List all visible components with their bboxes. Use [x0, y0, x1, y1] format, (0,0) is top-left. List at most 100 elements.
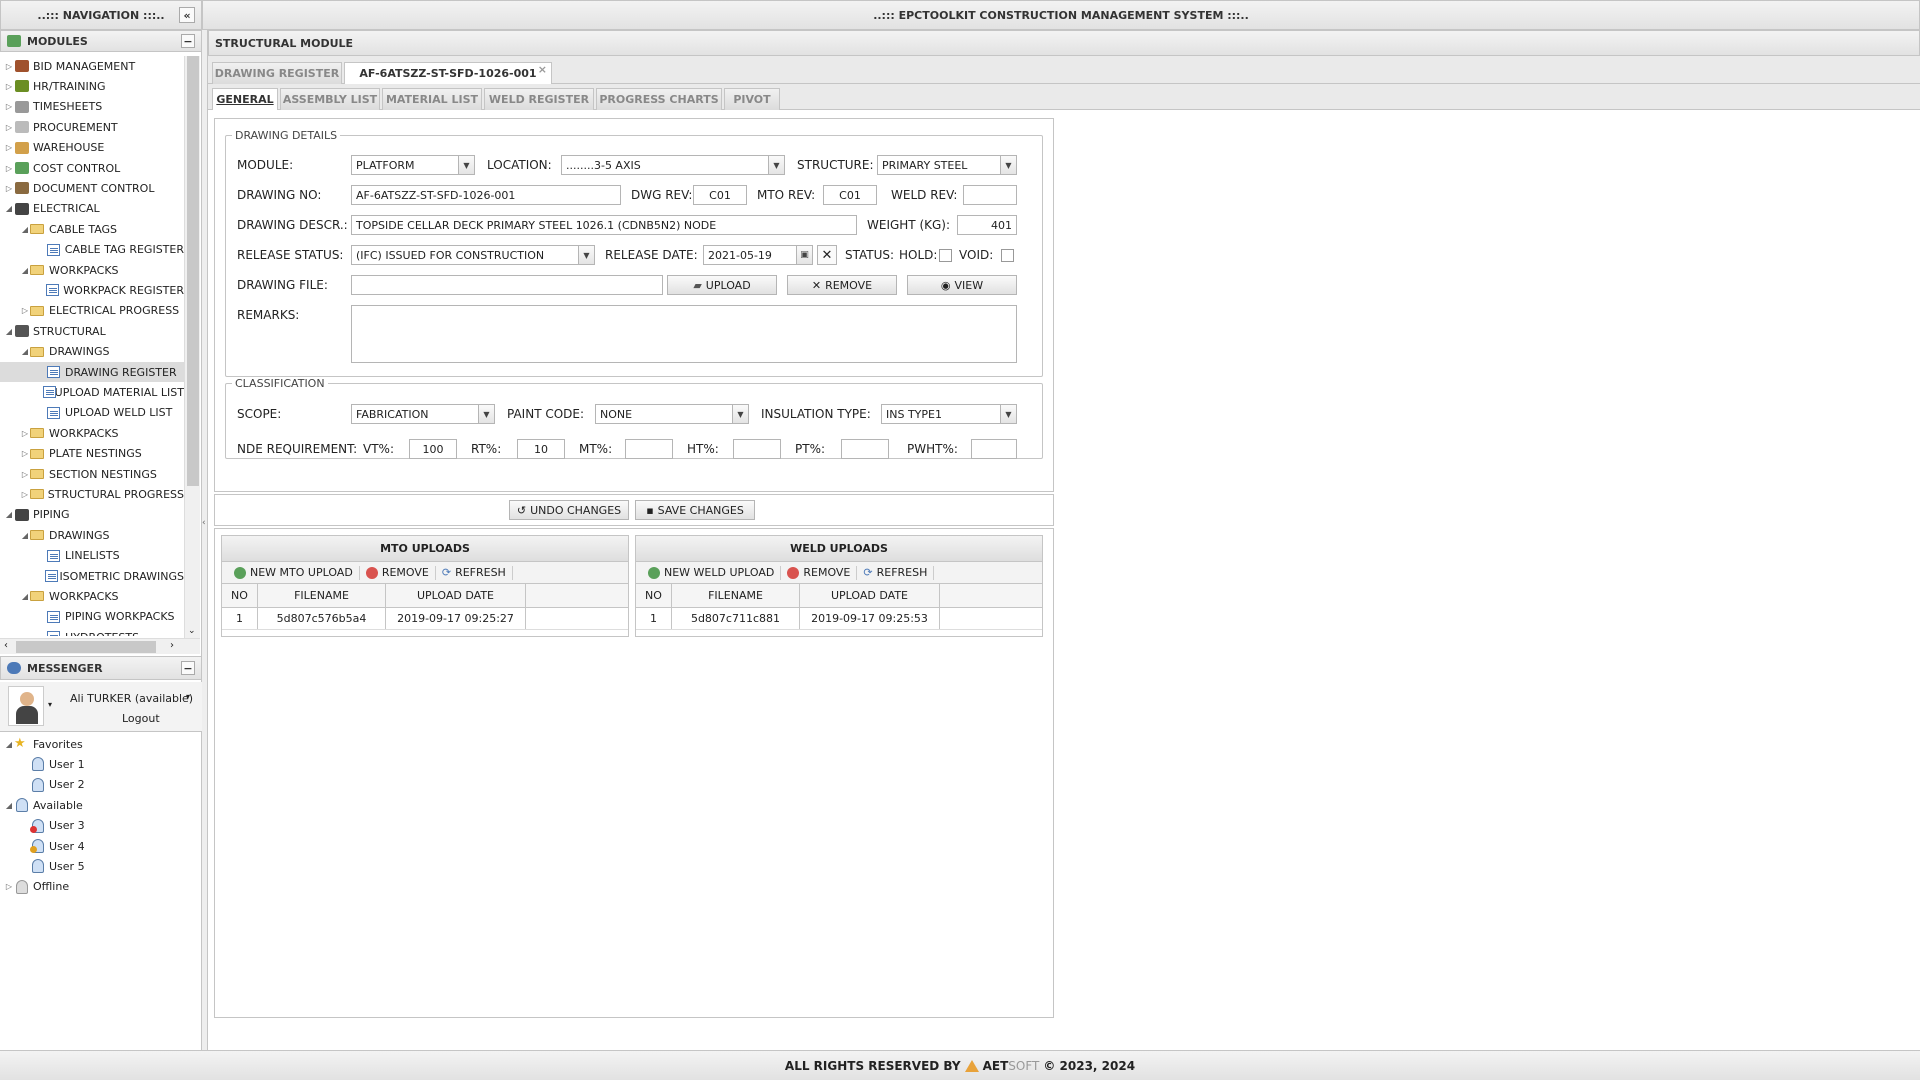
expander-icon[interactable]: ▷ [4, 62, 14, 71]
sidebar-item-workpack-register[interactable]: WORKPACK REGISTER [0, 280, 184, 300]
sidebar-item-electrical[interactable]: ◢ ELECTRICAL [0, 199, 184, 219]
chevron-down-icon[interactable]: ▼ [732, 405, 748, 423]
chevron-down-icon[interactable]: ▼ [578, 246, 594, 264]
sidebar-item-upload-weld-list[interactable]: UPLOAD WELD LIST [0, 403, 184, 423]
refresh-weld-button[interactable]: ⟳ REFRESH [857, 565, 935, 580]
expander-icon[interactable]: ◢ [4, 740, 14, 749]
column-header-no[interactable]: NO [222, 584, 258, 607]
sidebar-item-drawing-register[interactable]: DRAWING REGISTER [0, 362, 184, 382]
rt-field[interactable]: 10 [517, 439, 565, 459]
dwg-rev-field[interactable]: C01 [693, 185, 747, 205]
expander-icon[interactable]: ▷ [20, 449, 30, 458]
scroll-right-icon[interactable]: › [170, 640, 174, 651]
sidebar-item-hydrotests[interactable]: HYDROTESTS [0, 627, 184, 636]
scroll-down-icon[interactable]: ⌄ [188, 626, 196, 636]
expander-icon[interactable]: ◢ [4, 204, 14, 213]
weld-rev-field[interactable] [963, 185, 1017, 205]
hscroll-thumb[interactable] [16, 641, 156, 653]
location-combo[interactable]: ........3-5 AXIS ▼ [561, 155, 785, 175]
clear-date-button[interactable]: ✕ [817, 245, 837, 265]
tab-drawing-register[interactable]: DRAWING REGISTER [212, 62, 342, 84]
upload-button[interactable]: ▰ UPLOAD [667, 275, 777, 295]
sidebar-item-linelists[interactable]: LINELISTS [0, 546, 184, 566]
remarks-textarea[interactable] [351, 305, 1017, 363]
expander-icon[interactable]: ▷ [4, 102, 14, 111]
expander-icon[interactable]: ▷ [4, 82, 14, 91]
sidebar-item-structural-progress[interactable]: ▷ STRUCTURAL PROGRESS [0, 484, 184, 504]
chevron-down-icon[interactable]: ▼ [768, 156, 784, 174]
view-file-button[interactable]: ◉ VIEW [907, 275, 1017, 295]
refresh-mto-button[interactable]: ⟳ REFRESH [436, 565, 513, 580]
new-mto-upload-button[interactable]: NEW MTO UPLOAD [228, 565, 360, 580]
contact-item-user-5[interactable]: User 5 [0, 856, 200, 876]
expander-icon[interactable]: ◢ [20, 347, 30, 356]
pt-field[interactable] [841, 439, 889, 459]
tab-material-list[interactable]: MATERIAL LIST [382, 88, 482, 110]
tab-progress-charts[interactable]: PROGRESS CHARTS [596, 88, 722, 110]
release-date-field[interactable]: 2021-05-19 ▣ [703, 245, 813, 265]
sidebar-item-isometric-drawings[interactable]: ISOMETRIC DRAWINGS [0, 566, 184, 586]
sidebar-item-workpacks[interactable]: ◢ WORKPACKS [0, 260, 184, 280]
table-row[interactable]: 1 5d807c576b5a4 2019-09-17 09:25:27 [222, 608, 628, 630]
tab-drawing-detail[interactable]: AF-6ATSZZ-ST-SFD-1026-001 × [344, 62, 552, 84]
sidebar-item-hr-training[interactable]: ▷ HR/TRAINING [0, 76, 184, 96]
weight-field[interactable]: 401 [957, 215, 1017, 235]
expander-icon[interactable]: ◢ [20, 592, 30, 601]
save-changes-button[interactable]: ▪ SAVE CHANGES [635, 500, 755, 520]
tab-pivot[interactable]: PIVOT [724, 88, 780, 110]
remove-file-button[interactable]: ✕ REMOVE [787, 275, 897, 295]
mto-rev-field[interactable]: C01 [823, 185, 877, 205]
tree-vertical-scrollbar[interactable]: ⌄ [184, 56, 200, 638]
column-header-upload-date[interactable]: UPLOAD DATE [800, 584, 940, 607]
contact-item-user-2[interactable]: User 2 [0, 775, 200, 795]
expander-icon[interactable]: ▷ [4, 882, 14, 891]
scroll-left-icon[interactable]: ‹ [4, 640, 8, 651]
calendar-icon[interactable]: ▣ [796, 246, 812, 264]
module-combo[interactable]: PLATFORM ▼ [351, 155, 475, 175]
vt-field[interactable]: 100 [409, 439, 457, 459]
expander-icon[interactable]: ◢ [20, 531, 30, 540]
collapse-modules-button[interactable]: − [181, 34, 195, 48]
ht-field[interactable] [733, 439, 781, 459]
undo-changes-button[interactable]: ↺ UNDO CHANGES [509, 500, 629, 520]
drawing-descr-field[interactable]: TOPSIDE CELLAR DECK PRIMARY STEEL 1026.1… [351, 215, 857, 235]
expander-icon[interactable]: ◢ [20, 225, 30, 234]
chevron-down-icon[interactable]: ▼ [458, 156, 474, 174]
sidebar-item-plate-nestings[interactable]: ▷ PLATE NESTINGS [0, 444, 184, 464]
tab-general[interactable]: GENERAL [212, 88, 278, 110]
tab-assembly-list[interactable]: ASSEMBLY LIST [280, 88, 380, 110]
logout-link[interactable]: Logout [122, 712, 160, 725]
sidebar-item-workpacks[interactable]: ◢ WORKPACKS [0, 586, 184, 606]
collapse-navigation-button[interactable]: « [179, 7, 195, 23]
sidebar-item-procurement[interactable]: ▷ PROCUREMENT [0, 117, 184, 137]
sidebar-item-workpacks[interactable]: ▷ WORKPACKS [0, 423, 184, 443]
expander-icon[interactable]: ▷ [20, 306, 30, 315]
chevron-down-icon[interactable]: ▼ [1000, 405, 1016, 423]
hold-checkbox[interactable] [939, 249, 952, 262]
expander-icon[interactable]: ◢ [20, 266, 30, 275]
expander-icon[interactable]: ◢ [4, 327, 14, 336]
paint-code-combo[interactable]: NONE ▼ [595, 404, 749, 424]
contact-item-available[interactable]: ◢ Available [0, 795, 200, 815]
sidebar-item-drawings[interactable]: ◢ DRAWINGS [0, 342, 184, 362]
contact-item-user-4[interactable]: User 4 [0, 836, 200, 856]
avatar[interactable] [8, 686, 44, 726]
sidebar-item-piping[interactable]: ◢ PIPING [0, 505, 184, 525]
sidebar-item-cost-control[interactable]: ▷ COST CONTROL [0, 158, 184, 178]
sidebar-item-document-control[interactable]: ▷ DOCUMENT CONTROL [0, 178, 184, 198]
expander-icon[interactable]: ▷ [20, 490, 30, 499]
collapse-messenger-button[interactable]: − [181, 661, 195, 675]
chevron-down-icon[interactable]: ▼ [1000, 156, 1016, 174]
contact-item-user-1[interactable]: User 1 [0, 754, 200, 774]
remove-weld-button[interactable]: REMOVE [781, 565, 858, 580]
contact-item-offline[interactable]: ▷ Offline [0, 877, 200, 897]
sidebar-item-cable-tags[interactable]: ◢ CABLE TAGS [0, 219, 184, 239]
status-dropdown-icon[interactable]: ▾ [186, 692, 190, 701]
drawing-file-field[interactable] [351, 275, 663, 295]
remove-mto-button[interactable]: REMOVE [360, 565, 436, 580]
contact-item-favorites[interactable]: ◢ ★ Favorites [0, 734, 200, 754]
sidebar-item-cable-tag-register[interactable]: CABLE TAG REGISTER [0, 240, 184, 260]
contact-item-user-3[interactable]: User 3 [0, 816, 200, 836]
close-tab-icon[interactable]: × [538, 63, 547, 76]
expander-icon[interactable]: ▷ [4, 143, 14, 152]
